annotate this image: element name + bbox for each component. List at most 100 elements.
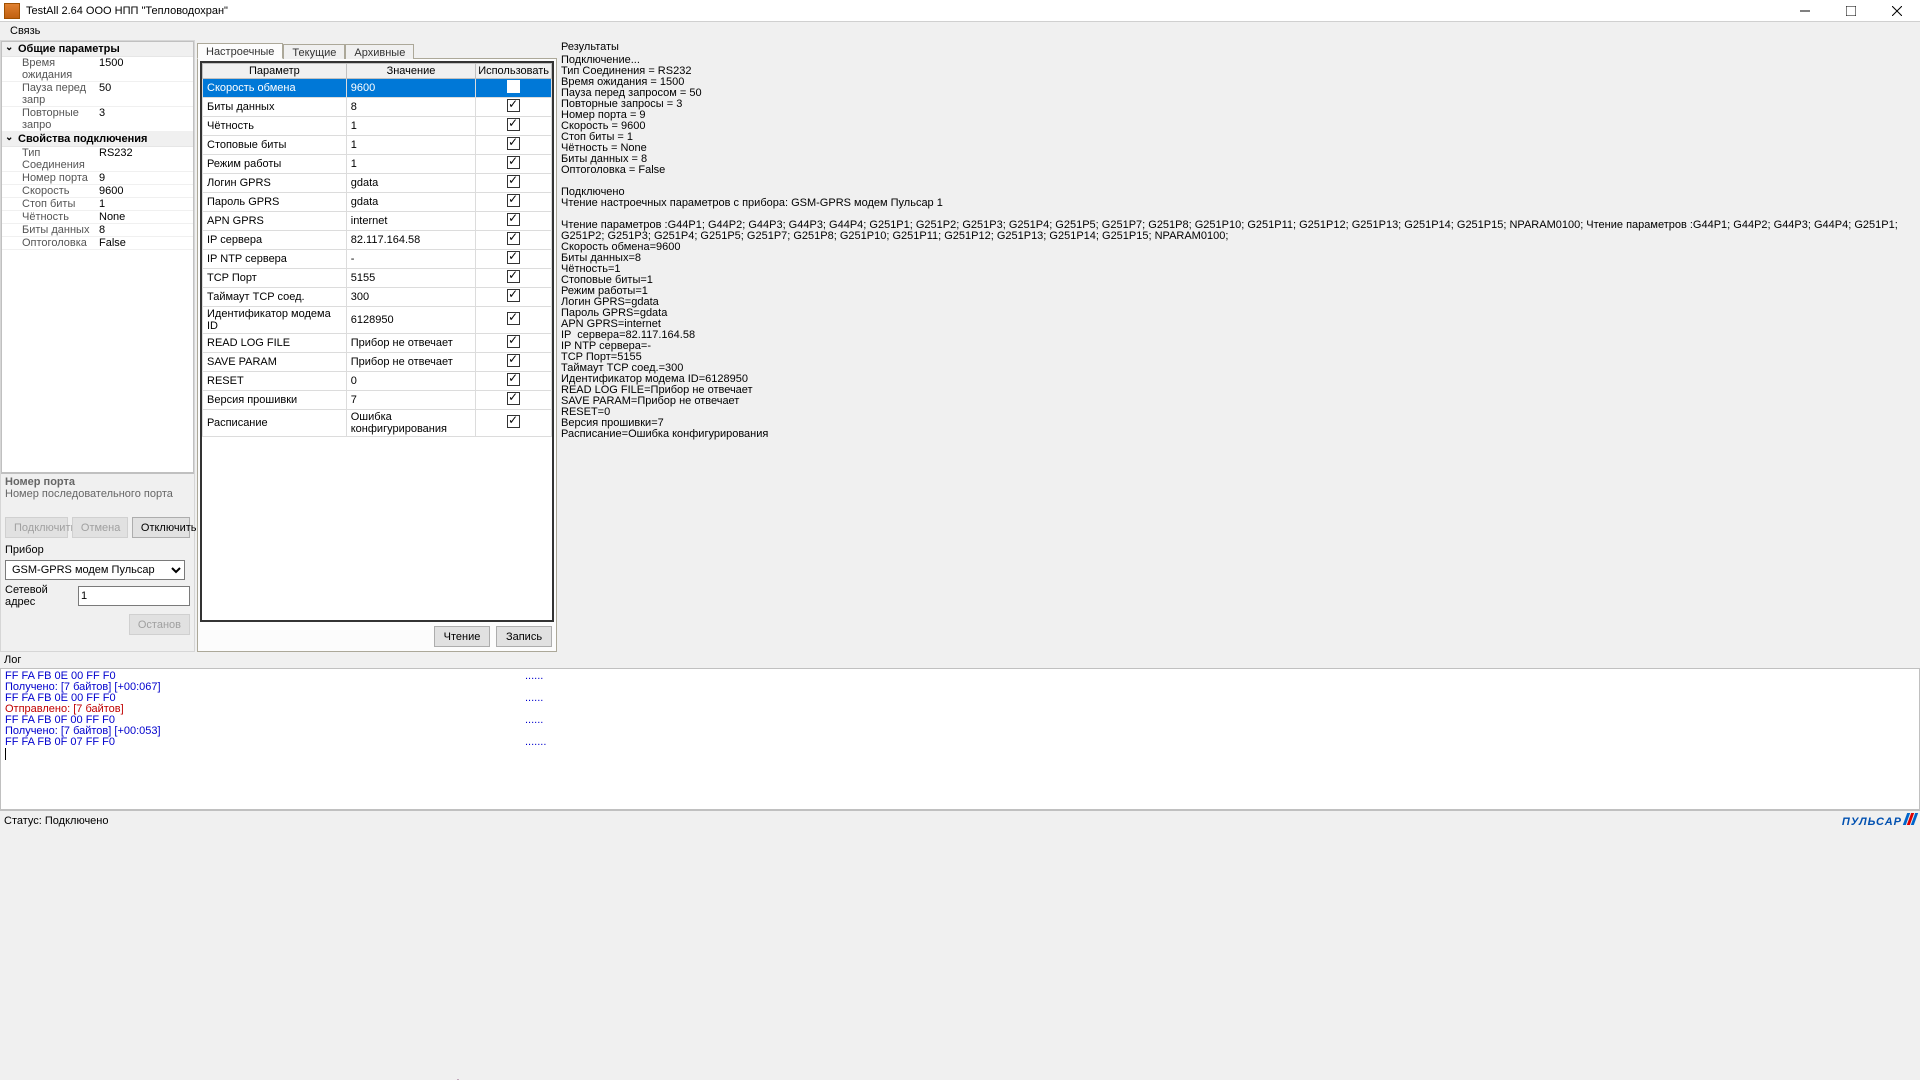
cell-value[interactable]: internet [346,212,475,231]
cell-param[interactable]: IP сервера [203,231,347,250]
cell-use[interactable] [476,79,552,98]
menu-connection[interactable]: Связь [4,23,46,39]
device-select[interactable]: GSM-GPRS модем Пульсар [5,560,185,580]
cell-param[interactable]: SAVE PARAM [203,353,347,372]
cell-value[interactable]: 0 [346,372,475,391]
table-row[interactable]: Скорость обмена9600 [203,79,552,98]
propgrid-row[interactable]: Стоп биты1 [2,198,193,211]
checkbox-icon[interactable] [507,354,520,367]
parameters-grid[interactable]: Параметр Значение Использовать Скорость … [200,61,554,622]
cell-use[interactable] [476,250,552,269]
propgrid-value[interactable]: 8 [97,224,193,236]
propgrid-category-connection[interactable]: Свойства подключения [2,132,193,147]
checkbox-icon[interactable] [507,175,520,188]
propgrid-row[interactable]: ОптоголовкаFalse [2,237,193,250]
table-row[interactable]: IP сервера82.117.164.58 [203,231,552,250]
checkbox-icon[interactable] [507,335,520,348]
tab-settings[interactable]: Настроечные [197,43,283,59]
cell-value[interactable]: 1 [346,136,475,155]
cell-param[interactable]: IP NTP сервера [203,250,347,269]
cell-value[interactable]: 1 [346,117,475,136]
propgrid-row[interactable]: Номер порта9 [2,172,193,185]
cell-value[interactable]: 6128950 [346,307,475,334]
propgrid-row[interactable]: Пауза перед запр50 [2,82,193,107]
cell-use[interactable] [476,98,552,117]
cell-value[interactable]: Прибор не отвечает [346,353,475,372]
write-button[interactable]: Запись [496,626,552,647]
cell-value[interactable]: gdata [346,174,475,193]
cell-value[interactable]: gdata [346,193,475,212]
cell-param[interactable]: Скорость обмена [203,79,347,98]
checkbox-icon[interactable] [507,415,520,428]
cell-use[interactable] [476,410,552,437]
checkbox-icon[interactable] [507,312,520,325]
propgrid-value[interactable]: None [97,211,193,223]
propgrid-row[interactable]: Скорость9600 [2,185,193,198]
property-grid[interactable]: Общие параметры Время ожидания1500Пауза … [1,41,194,473]
propgrid-value[interactable]: 9 [97,172,193,184]
cell-value[interactable]: Прибор не отвечает [346,334,475,353]
cell-value[interactable]: 1 [346,155,475,174]
table-row[interactable]: Идентификатор модема ID6128950 [203,307,552,334]
cell-use[interactable] [476,212,552,231]
checkbox-icon[interactable] [507,194,520,207]
propgrid-value[interactable]: 1500 [97,57,193,81]
table-row[interactable]: TCP Порт5155 [203,269,552,288]
cell-param[interactable]: Таймаут TCP соед. [203,288,347,307]
propgrid-value[interactable]: 1 [97,198,193,210]
tab-current[interactable]: Текущие [283,44,345,59]
cell-value[interactable]: 300 [346,288,475,307]
cell-value[interactable]: 9600 [346,79,475,98]
cell-param[interactable]: Идентификатор модема ID [203,307,347,334]
cell-param[interactable]: Расписание [203,410,347,437]
results-text[interactable]: Подключение... Тип Соединения = RS232 Вр… [561,55,1916,652]
cell-use[interactable] [476,353,552,372]
table-row[interactable]: РасписаниеОшибка конфигурирования [203,410,552,437]
cell-param[interactable]: READ LOG FILE [203,334,347,353]
table-row[interactable]: Биты данных8 [203,98,552,117]
checkbox-icon[interactable] [507,213,520,226]
checkbox-icon[interactable] [507,99,520,112]
table-row[interactable]: APN GPRSinternet [203,212,552,231]
cell-use[interactable] [476,288,552,307]
propgrid-value[interactable]: 50 [97,82,193,106]
cell-param[interactable]: APN GPRS [203,212,347,231]
read-button[interactable]: Чтение [434,626,490,647]
cell-use[interactable] [476,307,552,334]
checkbox-icon[interactable] [507,80,520,93]
propgrid-row[interactable]: Время ожидания1500 [2,57,193,82]
propgrid-row[interactable]: Повторные запро3 [2,107,193,132]
table-row[interactable]: RESET0 [203,372,552,391]
tab-archive[interactable]: Архивные [345,44,414,59]
cell-value[interactable]: - [346,250,475,269]
checkbox-icon[interactable] [507,156,520,169]
cell-use[interactable] [476,155,552,174]
cell-param[interactable]: TCP Порт [203,269,347,288]
col-parameter[interactable]: Параметр [203,64,347,79]
cell-use[interactable] [476,136,552,155]
table-row[interactable]: Стоповые биты1 [203,136,552,155]
cell-use[interactable] [476,193,552,212]
propgrid-value[interactable]: False [97,237,193,249]
cell-param[interactable]: Версия прошивки [203,391,347,410]
maximize-button[interactable] [1828,0,1874,22]
cell-param[interactable]: RESET [203,372,347,391]
cell-use[interactable] [476,334,552,353]
table-row[interactable]: Логин GPRSgdata [203,174,552,193]
minimize-button[interactable] [1782,0,1828,22]
table-row[interactable]: Таймаут TCP соед.300 [203,288,552,307]
checkbox-icon[interactable] [507,232,520,245]
cell-use[interactable] [476,391,552,410]
table-row[interactable]: READ LOG FILEПрибор не отвечает [203,334,552,353]
cell-value[interactable]: 5155 [346,269,475,288]
checkbox-icon[interactable] [507,251,520,264]
propgrid-value[interactable]: RS232 [97,147,193,171]
col-use[interactable]: Использовать [476,64,552,79]
table-row[interactable]: SAVE PARAMПрибор не отвечает [203,353,552,372]
cell-use[interactable] [476,269,552,288]
cell-value[interactable]: 82.117.164.58 [346,231,475,250]
propgrid-category-general[interactable]: Общие параметры [2,42,193,57]
cell-value[interactable]: 7 [346,391,475,410]
log-area[interactable]: FF FA FB 0E 00 FF F0...... Получено: [7 … [0,668,1920,810]
table-row[interactable]: Чётность1 [203,117,552,136]
